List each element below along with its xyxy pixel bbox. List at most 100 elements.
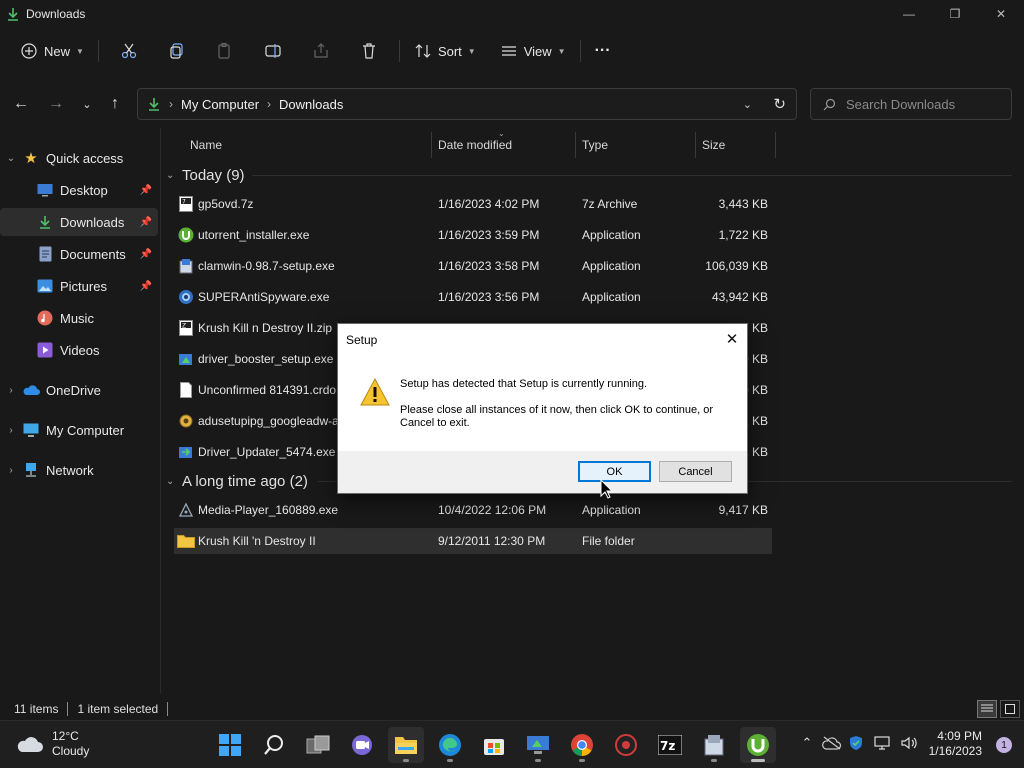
file-row[interactable]: 7 gp5ovd.7z 1/16/2023 4:02 PM 7z Archive… [174,191,772,217]
copy-button[interactable] [153,36,201,66]
rename-button[interactable] [249,36,297,66]
column-header-date[interactable]: Date modified ⌄ [438,129,574,160]
sidebar-item-videos[interactable]: Videos [0,336,158,364]
defender-shield-icon[interactable] [848,735,864,751]
sidebar-item-downloads[interactable]: Downloads 📌 [0,208,158,236]
cloud-offline-icon[interactable] [822,736,842,750]
pin-icon[interactable]: 📌 [140,249,152,260]
running-indicator [535,759,541,762]
utorrent-icon [747,734,769,756]
start-button[interactable] [212,727,248,763]
file-row[interactable]: clamwin-0.98.7-setup.exe 1/16/2023 3:58 … [174,253,772,279]
delete-button[interactable] [345,36,393,66]
details-view-icon [981,704,993,712]
sidebar-item-network[interactable]: › Network [0,456,158,484]
file-explorer-taskbar-button[interactable] [388,727,424,763]
notification-badge[interactable]: 1 [996,737,1012,753]
weather-widget[interactable]: 12°C Cloudy [16,729,89,759]
driver-booster-icon [177,350,195,368]
chevron-right-icon[interactable]: › [0,465,22,476]
column-divider[interactable] [575,132,576,158]
gear-icon [177,412,195,430]
up-button[interactable]: ↑ [100,90,130,118]
sidebar-item-pictures[interactable]: Pictures 📌 [0,272,158,300]
sidebar-item-desktop[interactable]: Desktop 📌 [0,176,158,204]
edge-button[interactable] [432,727,468,763]
sort-button[interactable]: Sort ▼ [406,36,484,66]
chevron-down-icon[interactable]: ⌄ [743,98,752,111]
cancel-button[interactable]: Cancel [659,461,732,482]
pin-icon[interactable]: 📌 [140,185,152,196]
maximize-button[interactable]: ❐ [932,0,978,28]
chevron-down-icon[interactable]: ⌄ [166,170,180,181]
security-app-button[interactable] [608,727,644,763]
column-header-name[interactable]: Name [190,130,430,160]
sidebar-item-label: Pictures [60,278,107,294]
search-box[interactable]: Search Downloads [810,88,1012,120]
column-header-type[interactable]: Type [582,130,692,160]
search-button[interactable] [256,727,292,763]
teams-chat-button[interactable] [344,727,380,763]
pin-icon[interactable]: 📌 [140,217,152,228]
file-row[interactable]: utorrent_installer.exe 1/16/2023 3:59 PM… [174,222,772,248]
download-icon [147,97,161,111]
file-row[interactable]: Media-Player_160889.exe 10/4/2022 12:06 … [174,497,772,523]
sidebar-item-my-computer[interactable]: › My Computer [0,416,158,444]
utorrent-taskbar-button[interactable] [740,727,776,763]
back-button[interactable]: ← [6,90,36,118]
store-icon [484,739,504,755]
cut-button[interactable] [105,36,153,66]
breadcrumb-downloads[interactable]: Downloads [279,97,343,112]
music-icon [36,309,54,327]
tiles-view-button[interactable] [1000,700,1020,718]
file-row[interactable]: Krush Kill 'n Destroy II 9/12/2011 12:30… [174,528,772,554]
dialog-close-button[interactable]: ✕ [721,328,743,350]
group-header-today[interactable]: ⌄ Today (9) [166,162,1016,188]
column-header-size[interactable]: Size [702,130,774,160]
clock[interactable]: 4:09 PM 1/16/2023 [929,729,982,759]
chevron-down-icon[interactable]: ⌄ [166,476,180,487]
pane-divider[interactable] [160,128,161,694]
column-divider[interactable] [431,132,432,158]
network-icon[interactable] [874,735,892,751]
chevron-down-icon[interactable]: ⌄ [0,153,22,164]
more-options-button[interactable]: ··· [587,36,619,66]
pin-icon[interactable]: 📌 [140,281,152,292]
refresh-icon[interactable]: ↻ [773,95,786,113]
task-view-button[interactable] [300,727,336,763]
ok-button[interactable]: OK [578,461,651,482]
minimize-button[interactable]: — [886,0,932,28]
recent-locations-button[interactable]: ⌄ [72,90,102,118]
address-bar[interactable]: › My Computer › Downloads ⌄ ↻ [137,88,797,120]
file-row[interactable]: SUPERAntiSpyware.exe 1/16/2023 3:56 PM A… [174,284,772,310]
chrome-button[interactable] [564,727,600,763]
paste-button[interactable] [201,36,249,66]
sidebar-item-music[interactable]: Music [0,304,158,332]
forward-button[interactable]: → [41,90,71,118]
details-view-button[interactable] [977,700,997,718]
store-button[interactable] [476,727,512,763]
column-divider[interactable] [695,132,696,158]
command-bar: New ▼ Sort ▼ View ▼ ··· [0,34,1024,68]
sidebar-item-quick-access[interactable]: ⌄ ★ Quick access [0,144,158,172]
sidebar-item-documents[interactable]: Documents 📌 [0,240,158,268]
trash-icon [362,43,375,59]
mouse-cursor-icon [600,479,614,499]
remote-desktop-button[interactable] [520,727,556,763]
search-input[interactable]: Search Downloads [846,97,955,112]
close-button[interactable]: ✕ [978,0,1024,28]
column-divider[interactable] [775,132,776,158]
chevron-right-icon[interactable]: › [0,425,22,436]
warning-icon [360,377,390,409]
breadcrumb-my-computer[interactable]: My Computer [181,97,259,112]
7zip-button[interactable]: 7z [652,727,688,763]
volume-icon[interactable] [900,735,918,751]
sidebar-item-onedrive[interactable]: › OneDrive [0,376,158,404]
chevron-up-icon[interactable]: ⌃ [798,735,816,751]
column-label: Date modified [438,138,513,152]
new-button[interactable]: New ▼ [12,36,92,66]
installer-taskbar-button[interactable] [696,727,732,763]
share-button[interactable] [297,36,345,66]
chevron-right-icon[interactable]: › [0,385,22,396]
view-button[interactable]: View ▼ [492,36,574,66]
